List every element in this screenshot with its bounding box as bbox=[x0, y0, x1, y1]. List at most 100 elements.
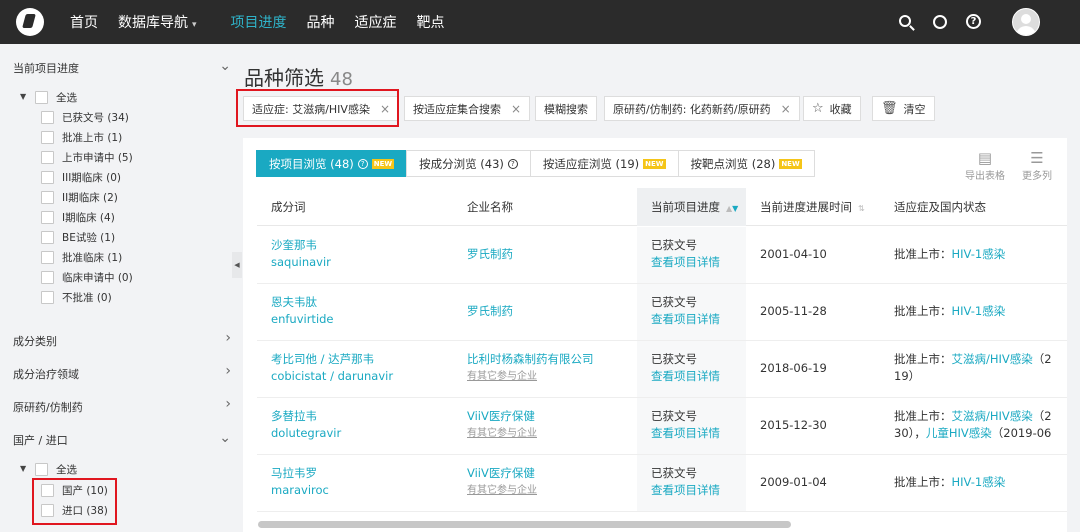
ingredient-name-en[interactable]: maraviroc bbox=[271, 482, 329, 499]
tool-label: 导出表格 bbox=[965, 171, 1005, 182]
origin-select-all[interactable]: 全选 bbox=[35, 462, 77, 476]
progress-date: 2018-06-19 bbox=[760, 361, 827, 375]
company-link[interactable]: 比利时杨森制药有限公司 bbox=[467, 351, 594, 368]
favorite-button[interactable]: ☆ 收藏 bbox=[803, 96, 861, 121]
help-icon[interactable]: ? bbox=[966, 14, 982, 30]
indication-link[interactable]: 艾滋病/HIV感染 bbox=[952, 352, 1033, 366]
other-companies-link[interactable]: 有其它参与企业 bbox=[467, 368, 594, 385]
checkbox[interactable] bbox=[35, 462, 48, 476]
checkbox[interactable] bbox=[35, 90, 48, 104]
project-detail-link[interactable]: 查看项目详情 bbox=[651, 482, 720, 499]
checkbox[interactable] bbox=[41, 190, 54, 204]
progress-option[interactable]: 批准上市 (1) bbox=[41, 130, 122, 144]
other-companies-link[interactable]: 有其它参与企业 bbox=[467, 425, 537, 442]
export-table-button[interactable]: ▤ 导出表格 bbox=[963, 150, 1007, 182]
tab-by-target[interactable]: 按靶点浏览 (28) NEW bbox=[677, 150, 815, 177]
nav-indication[interactable]: 适应症 bbox=[355, 12, 397, 32]
filter-section-title: 成分类别 bbox=[13, 335, 57, 348]
filter-chip-indication-set[interactable]: 按适应症集合搜索 × bbox=[404, 96, 531, 121]
checkbox[interactable] bbox=[41, 130, 54, 144]
ingredient-name-cn[interactable]: 恩夫韦肽 bbox=[271, 294, 334, 311]
ingredient-name-cn[interactable]: 考比司他 / 达芦那韦 bbox=[271, 351, 393, 368]
checkbox[interactable] bbox=[41, 270, 54, 284]
company-link[interactable]: ViiV医疗保健 bbox=[467, 465, 537, 482]
nav-project-progress[interactable]: 项目进度 bbox=[231, 12, 287, 32]
ingredient-name-cn[interactable]: 沙奎那韦 bbox=[271, 237, 331, 254]
sort-icon[interactable]: ⇅ bbox=[858, 204, 865, 213]
clear-button[interactable]: 🗑 清空 bbox=[872, 96, 935, 121]
progress-option[interactable]: 已获文号 (34) bbox=[41, 110, 129, 124]
progress-option[interactable]: II期临床 (2) bbox=[41, 190, 118, 204]
option-label: 全选 bbox=[56, 463, 77, 476]
tree-collapse-icon[interactable]: ▼ bbox=[20, 92, 26, 101]
other-companies-link[interactable]: 有其它参与企业 bbox=[467, 482, 537, 499]
indication-link[interactable]: HIV-1感染 bbox=[952, 247, 1006, 261]
progress-option[interactable]: I期临床 (4) bbox=[41, 210, 115, 224]
close-icon[interactable]: × bbox=[511, 102, 521, 116]
ingredient-name-cn[interactable]: 马拉韦罗 bbox=[271, 465, 329, 482]
nav-database[interactable]: 数据库导航 ▾ bbox=[118, 12, 197, 32]
checkbox[interactable] bbox=[41, 290, 54, 304]
project-detail-link[interactable]: 查看项目详情 bbox=[651, 311, 720, 328]
checkbox[interactable] bbox=[41, 210, 54, 224]
project-detail-link[interactable]: 查看项目详情 bbox=[651, 368, 720, 385]
filter-chip-originator[interactable]: 原研药/仿制药: 化药新药/原研药 × bbox=[604, 96, 800, 121]
project-detail-link[interactable]: 查看项目详情 bbox=[651, 254, 720, 271]
search-icon[interactable] bbox=[898, 14, 914, 30]
progress-option[interactable]: III期临床 (0) bbox=[41, 170, 121, 184]
indication-link[interactable]: HIV-1感染 bbox=[952, 475, 1006, 489]
nav-target[interactable]: 靶点 bbox=[417, 12, 445, 32]
progress-option[interactable]: 临床申请中 (0) bbox=[41, 270, 133, 284]
indication-link-2[interactable]: 儿童HIV感染 bbox=[926, 426, 992, 440]
nav-variety[interactable]: 品种 bbox=[307, 12, 335, 32]
nav-home[interactable]: 首页 bbox=[70, 12, 98, 32]
ingredient-name-en[interactable]: dolutegravir bbox=[271, 425, 341, 442]
column-header-progress[interactable]: 当前项目进度 ▲▼ bbox=[637, 188, 746, 226]
filter-section-originator[interactable]: 原研药/仿制药 › bbox=[13, 396, 231, 415]
filter-section-origin[interactable]: 国产 / 进口 ⌄ bbox=[13, 430, 231, 448]
question-icon[interactable]: ? bbox=[507, 158, 518, 169]
project-detail-link[interactable]: 查看项目详情 bbox=[651, 425, 720, 442]
sidebar-collapse-button[interactable]: ◀ bbox=[232, 252, 242, 278]
checkbox[interactable] bbox=[41, 110, 54, 124]
progress-option[interactable]: 不批准 (0) bbox=[41, 290, 112, 304]
lightbulb-icon[interactable] bbox=[932, 14, 948, 30]
progress-option[interactable]: BE试验 (1) bbox=[41, 230, 115, 244]
filter-section-category[interactable]: 成分类别 › bbox=[13, 330, 231, 349]
filter-section-therapy-area[interactable]: 成分治疗领域 › bbox=[13, 363, 231, 382]
company-link[interactable]: 罗氏制药 bbox=[467, 246, 513, 263]
logo-icon[interactable] bbox=[16, 8, 44, 36]
checkbox[interactable] bbox=[41, 150, 54, 164]
ingredient-name-en[interactable]: saquinavir bbox=[271, 254, 331, 271]
table-row: 马拉韦罗 maraviroc ViiV医疗保健 有其它参与企业 已获文号 查看项目详情… bbox=[257, 455, 1067, 512]
sort-icon[interactable]: ▲▼ bbox=[726, 204, 738, 213]
progress-option[interactable]: 上市申请中 (5) bbox=[41, 150, 133, 164]
tree-collapse-icon[interactable]: ▼ bbox=[20, 464, 26, 473]
checkbox[interactable] bbox=[41, 170, 54, 184]
option-label: I期临床 (4) bbox=[62, 211, 115, 224]
ingredient-name-en[interactable]: enfuvirtide bbox=[271, 311, 334, 328]
close-icon[interactable]: × bbox=[781, 102, 791, 116]
tab-by-indication[interactable]: 按适应症浏览 (19) NEW bbox=[529, 150, 679, 177]
progress-select-all[interactable]: 全选 bbox=[35, 90, 77, 104]
more-columns-button[interactable]: ☰ 更多列 bbox=[1015, 150, 1059, 182]
column-header-company: 企业名称 bbox=[467, 200, 513, 214]
indication-link[interactable]: 艾滋病/HIV感染 bbox=[952, 409, 1033, 423]
ingredient-name-cn[interactable]: 多替拉韦 bbox=[271, 408, 341, 425]
checkbox[interactable] bbox=[41, 230, 54, 244]
ingredient-name-en[interactable]: cobicistat / darunavir bbox=[271, 368, 393, 385]
checkbox[interactable] bbox=[41, 250, 54, 264]
indication-link[interactable]: HIV-1感染 bbox=[952, 304, 1006, 318]
tab-by-ingredient[interactable]: 按成分浏览 (43)? bbox=[406, 150, 531, 177]
column-header-date[interactable]: 当前进度进展时间 ⇅ bbox=[746, 188, 865, 226]
filter-section-progress[interactable]: 当前项目进度 ⌄ bbox=[13, 58, 231, 76]
progress-option[interactable]: 批准临床 (1) bbox=[41, 250, 122, 264]
tab-by-project[interactable]: 按项目浏览 (48)? NEW bbox=[256, 150, 408, 177]
filter-chip-fuzzy-search[interactable]: 模糊搜索 bbox=[535, 96, 597, 121]
avatar[interactable] bbox=[1012, 8, 1040, 36]
question-icon[interactable]: ? bbox=[357, 158, 368, 169]
company-link[interactable]: 罗氏制药 bbox=[467, 303, 513, 320]
company-link[interactable]: ViiV医疗保健 bbox=[467, 408, 537, 425]
option-label: 全选 bbox=[56, 91, 77, 104]
horizontal-scrollbar[interactable] bbox=[258, 521, 791, 528]
